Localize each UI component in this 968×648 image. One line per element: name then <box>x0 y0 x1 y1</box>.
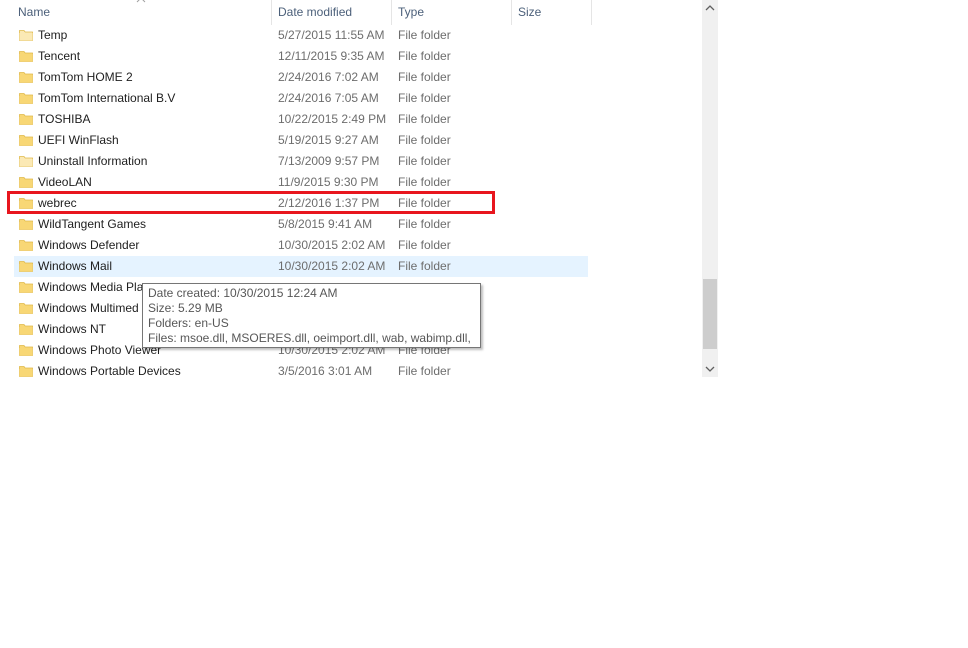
file-name: TomTom International B.V <box>38 91 176 105</box>
file-date-modified: 10/30/2015 2:02 AM <box>278 238 386 252</box>
column-header-type[interactable]: Type <box>392 0 512 25</box>
scroll-down-arrow-icon[interactable] <box>702 360 718 377</box>
column-header-type-label: Type <box>398 5 425 19</box>
folder-icon <box>19 366 33 377</box>
file-type: File folder <box>398 28 451 42</box>
list-item[interactable]: VideoLAN 11/9/2015 9:30 PM File folder <box>14 172 588 193</box>
tooltip-files: Files: msoe.dll, MSOERES.dll, oeimport.d… <box>148 331 475 345</box>
file-name: Windows Multimed <box>38 301 139 315</box>
column-header-name-label: Name <box>18 5 51 19</box>
file-date-modified: 5/8/2015 9:41 AM <box>278 217 373 231</box>
file-type: File folder <box>398 364 451 378</box>
folder-icon <box>19 114 33 125</box>
file-date-modified: 12/11/2015 9:35 AM <box>278 49 385 63</box>
column-header-date-label: Date modified <box>278 5 353 19</box>
list-item[interactable]: WildTangent Games 5/8/2015 9:41 AM File fo… <box>14 214 588 235</box>
folder-icon <box>19 156 33 167</box>
list-item[interactable]: Windows Mail 10/30/2015 2:02 AM File folde… <box>14 256 588 277</box>
column-header-name[interactable]: Name <box>0 0 272 25</box>
folder-icon <box>19 72 33 83</box>
folder-icon <box>19 30 33 41</box>
folder-icon <box>19 303 33 314</box>
file-type: File folder <box>398 175 451 189</box>
column-header-size[interactable]: Size <box>512 0 592 25</box>
folder-icon <box>19 177 33 188</box>
folder-icon <box>19 240 33 251</box>
list-item[interactable]: Windows Portable Devices 3/5/2016 3:01 AM… <box>14 361 588 382</box>
list-item[interactable]: TomTom HOME 2 2/24/2016 7:02 AM File folde… <box>14 67 588 88</box>
file-date-modified: 7/13/2009 9:57 PM <box>278 154 380 168</box>
tooltip-folders: Folders: en-US <box>148 316 229 330</box>
folder-icon <box>19 93 33 104</box>
file-type: File folder <box>398 238 451 252</box>
file-type: File folder <box>398 259 451 273</box>
list-item[interactable]: TomTom International B.V 2/24/2016 7:05 A… <box>14 88 588 109</box>
file-date-modified: 11/9/2015 9:30 PM <box>278 175 379 189</box>
file-type: File folder <box>398 112 451 126</box>
column-divider[interactable] <box>591 0 592 25</box>
file-date-modified: 5/27/2015 11:55 AM <box>278 28 385 42</box>
file-date-modified: 10/30/2015 2:02 AM <box>278 259 386 273</box>
list-item[interactable]: Windows Defender 10/30/2015 2:02 AM File f… <box>14 235 588 256</box>
list-item[interactable]: Temp 5/27/2015 11:55 AM File folder <box>14 25 588 46</box>
file-date-modified: 2/12/2016 1:37 PM <box>278 196 380 210</box>
file-type: File folder <box>398 70 451 84</box>
file-name: Windows Portable Devices <box>38 364 181 378</box>
tooltip-size: Size: 5.29 MB <box>148 301 223 315</box>
file-name: webrec <box>38 196 77 210</box>
list-item[interactable]: TOSHIBA 10/22/2015 2:49 PM File folder <box>14 109 588 130</box>
scrollbar-thumb[interactable] <box>703 279 717 349</box>
folder-icon <box>19 324 33 335</box>
file-date-modified: 3/5/2016 3:01 AM <box>278 364 373 378</box>
list-item[interactable]: webrec 2/12/2016 1:37 PM File folder <box>14 193 588 214</box>
folder-icon <box>19 198 33 209</box>
file-type: File folder <box>398 91 451 105</box>
file-date-modified: 5/19/2015 9:27 AM <box>278 133 379 147</box>
file-name: Temp <box>38 28 68 42</box>
tooltip-date-created: Date created: 10/30/2015 12:24 AM <box>148 286 338 300</box>
folder-info-tooltip: Date created: 10/30/2015 12:24 AM Size: … <box>142 283 481 348</box>
file-name: Windows Media Pla <box>38 280 144 294</box>
column-header-bar: Name Date modified Type Size <box>0 0 592 25</box>
file-type: File folder <box>398 154 451 168</box>
file-name: UEFI WinFlash <box>38 133 119 147</box>
list-item[interactable]: Uninstall Information 7/13/2009 9:57 PM Fi… <box>14 151 588 172</box>
file-type: File folder <box>398 133 451 147</box>
file-date-modified: 2/24/2016 7:02 AM <box>278 70 379 84</box>
folder-icon <box>19 282 33 293</box>
folder-icon <box>19 261 33 272</box>
scroll-up-arrow-icon[interactable] <box>702 0 718 17</box>
file-type: File folder <box>398 217 451 231</box>
list-item[interactable]: UEFI WinFlash 5/19/2015 9:27 AM File folde… <box>14 130 588 151</box>
file-type: File folder <box>398 196 451 210</box>
file-name: TOSHIBA <box>38 112 91 126</box>
file-explorer-list: Name Date modified Type Size Temp 5/27/20… <box>0 0 718 378</box>
file-name: Windows Defender <box>38 238 140 252</box>
folder-icon <box>19 135 33 146</box>
column-header-size-label: Size <box>518 5 542 19</box>
file-name: Tencent <box>38 49 81 63</box>
file-name: VideoLAN <box>38 175 92 189</box>
folder-icon <box>19 345 33 356</box>
column-header-date-modified[interactable]: Date modified <box>272 0 392 25</box>
file-date-modified: 2/24/2016 7:05 AM <box>278 91 379 105</box>
file-name: Uninstall Information <box>38 154 148 168</box>
chevron-up-icon <box>136 0 146 3</box>
file-name: Windows NT <box>38 322 107 336</box>
list-item[interactable]: Tencent 12/11/2015 9:35 AM File folder <box>14 46 588 67</box>
file-name: TomTom HOME 2 <box>38 70 133 84</box>
file-name: WildTangent Games <box>38 217 147 231</box>
file-type: File folder <box>398 49 451 63</box>
folder-icon <box>19 51 33 62</box>
file-name: Windows Mail <box>38 259 113 273</box>
vertical-scrollbar[interactable] <box>702 0 718 377</box>
folder-icon <box>19 219 33 230</box>
file-date-modified: 10/22/2015 2:49 PM <box>278 112 387 126</box>
